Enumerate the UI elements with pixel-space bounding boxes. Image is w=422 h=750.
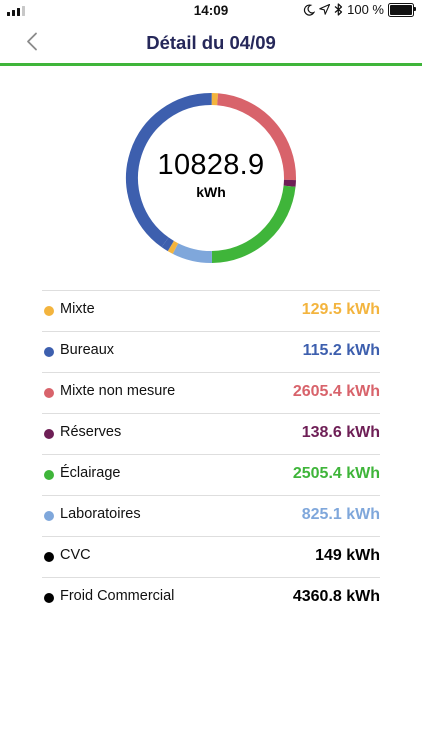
legend-dot xyxy=(44,552,54,562)
legend-value: 149 kWh xyxy=(315,547,380,564)
legend-value: 2505.4 kWh xyxy=(292,465,380,482)
legend-dot xyxy=(44,347,54,357)
battery-icon xyxy=(388,2,416,17)
donut-center: 10828.9 kWh xyxy=(123,90,299,266)
legend-dot xyxy=(44,429,54,439)
legend-row[interactable]: Mixte non mesure 2605.4 kWh xyxy=(42,372,380,413)
legend-label: Éclairage xyxy=(60,465,121,481)
donut-total: 10828.9 xyxy=(157,148,265,181)
status-bar: 14:09 100 % xyxy=(0,0,422,22)
legend-value: 115.2 kWh xyxy=(302,342,380,359)
moon-icon xyxy=(304,4,316,16)
legend-row[interactable]: CVC 149 kWh xyxy=(42,536,380,577)
legend-label: Réserves xyxy=(60,424,122,440)
legend-label: Mixte xyxy=(60,301,95,317)
legend-dot xyxy=(44,470,54,480)
donut-chart: 10828.9 kWh xyxy=(123,90,299,266)
donut-unit: kWh xyxy=(196,183,226,200)
legend-row[interactable]: Éclairage 2505.4 kWh xyxy=(42,454,380,495)
legend-list: Mixte 129.5 kWh Bureaux 115.2 kWh Mixte non … xyxy=(42,290,380,618)
status-right: 100 % xyxy=(303,2,416,17)
legend-dot xyxy=(44,306,54,316)
legend-dot xyxy=(44,388,54,398)
legend-dot xyxy=(44,511,54,521)
legend-row[interactable]: Bureaux 115.2 kWh xyxy=(42,331,380,372)
legend-value: 138.6 kWh xyxy=(301,424,380,441)
legend-label: Bureaux xyxy=(60,342,115,358)
legend-label: Mixte non mesure xyxy=(60,383,176,399)
legend-label: Froid Commercial xyxy=(60,588,175,604)
legend-value: 825.1 kWh xyxy=(301,506,380,523)
legend-row[interactable]: Froid Commercial 4360.8 kWh xyxy=(42,577,380,618)
nav-bar: Détail du 04/09 xyxy=(0,22,422,66)
legend-row[interactable]: Mixte 129.5 kWh xyxy=(42,290,380,331)
legend-row[interactable]: Laboratoires 825.1 kWh xyxy=(42,495,380,536)
location-arrow-icon xyxy=(319,4,331,15)
legend-row[interactable]: Réserves 138.6 kWh xyxy=(42,413,380,454)
legend-dot xyxy=(44,593,54,603)
battery-percent: 100 % xyxy=(347,2,384,17)
legend-value: 4360.8 kWh xyxy=(292,588,380,605)
legend-label: Laboratoires xyxy=(60,506,141,522)
legend-value: 129.5 kWh xyxy=(301,301,380,318)
bluetooth-icon xyxy=(334,3,343,16)
legend-value: 2605.4 kWh xyxy=(292,383,380,400)
page-title: Détail du 04/09 xyxy=(146,32,276,53)
legend-label: CVC xyxy=(60,547,91,563)
